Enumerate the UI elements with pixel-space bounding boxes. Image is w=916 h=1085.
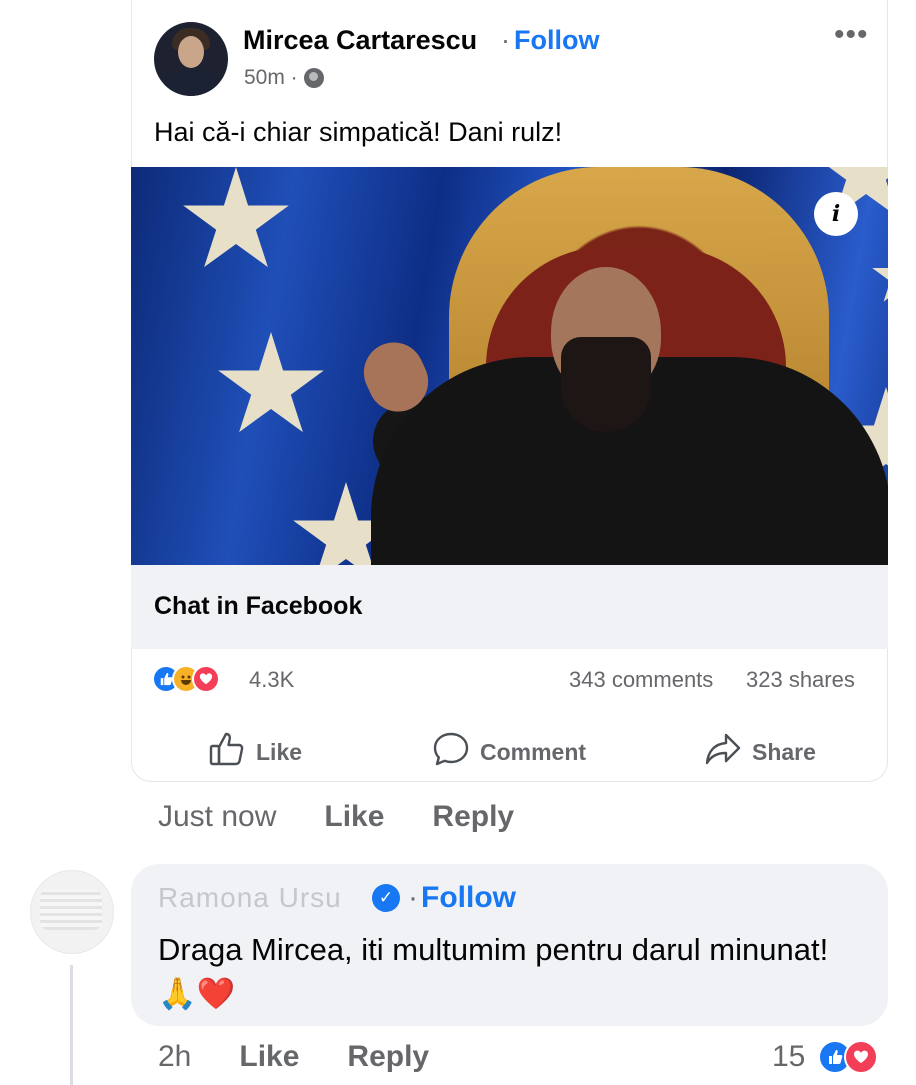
share-button[interactable]: Share xyxy=(704,731,816,773)
share-arrow-icon xyxy=(704,731,742,773)
comment-like-button[interactable]: Like xyxy=(324,800,384,834)
reaction-count[interactable]: 4.3K xyxy=(249,667,294,693)
comment-reaction-count[interactable]: 15 xyxy=(772,1040,805,1074)
comment-button[interactable]: Comment xyxy=(432,731,586,773)
flag-star xyxy=(218,332,324,433)
comment-reaction-icons[interactable] xyxy=(818,1040,878,1074)
commenter-avatar[interactable] xyxy=(30,870,114,954)
author-avatar[interactable] xyxy=(154,22,228,96)
thread-line xyxy=(70,965,73,1085)
reply-comment-meta: 2h Like Reply xyxy=(158,1040,429,1074)
love-icon xyxy=(192,665,220,693)
reply-comment-reply-button[interactable]: Reply xyxy=(347,1040,429,1074)
info-icon[interactable]: i xyxy=(814,192,858,236)
own-comment-meta: Just now Like Reply xyxy=(158,800,514,834)
post-time[interactable]: 50m · xyxy=(244,66,298,90)
comment-bubble-icon xyxy=(432,731,470,773)
follow-button[interactable]: Follow xyxy=(514,25,599,56)
reply-comment-time[interactable]: 2h xyxy=(158,1040,191,1074)
post-meta: 50m · xyxy=(244,66,324,90)
more-options-icon[interactable]: ••• xyxy=(834,18,869,52)
share-label: Share xyxy=(752,738,816,765)
like-button[interactable]: Like xyxy=(208,731,302,773)
comment-text: Draga Mircea, iti multumim pentru darul … xyxy=(158,932,829,1011)
comment-reply-button[interactable]: Reply xyxy=(432,800,514,834)
love-icon xyxy=(844,1040,878,1074)
post-text: Hai că-i chiar simpatică! Dani rulz! xyxy=(154,117,563,147)
link-preview-title[interactable]: Chat in Facebook xyxy=(154,592,362,621)
flag-star xyxy=(872,247,888,302)
post-image[interactable] xyxy=(131,167,888,565)
separator-dot: · xyxy=(408,881,418,914)
like-label: Like xyxy=(256,738,303,765)
comments-count[interactable]: 343 comments xyxy=(569,667,713,693)
comment-label: Comment xyxy=(480,738,587,765)
thumbs-up-icon xyxy=(208,731,246,773)
post-author-name[interactable]: Mircea Cartarescu xyxy=(243,25,477,56)
comment-time[interactable]: Just now xyxy=(158,800,276,834)
globe-icon xyxy=(303,68,324,88)
reply-comment-like-button[interactable]: Like xyxy=(239,1040,299,1074)
shares-count[interactable]: 323 shares xyxy=(746,667,855,693)
commenter-follow-button[interactable]: Follow xyxy=(421,881,516,915)
reaction-icons[interactable] xyxy=(152,665,220,693)
man-beard xyxy=(561,337,651,432)
separator-dot: · xyxy=(501,25,510,55)
verified-badge-icon: ✓ xyxy=(372,884,400,912)
flag-star xyxy=(183,167,289,268)
commenter-name[interactable]: Ramona Ursu xyxy=(158,882,342,914)
